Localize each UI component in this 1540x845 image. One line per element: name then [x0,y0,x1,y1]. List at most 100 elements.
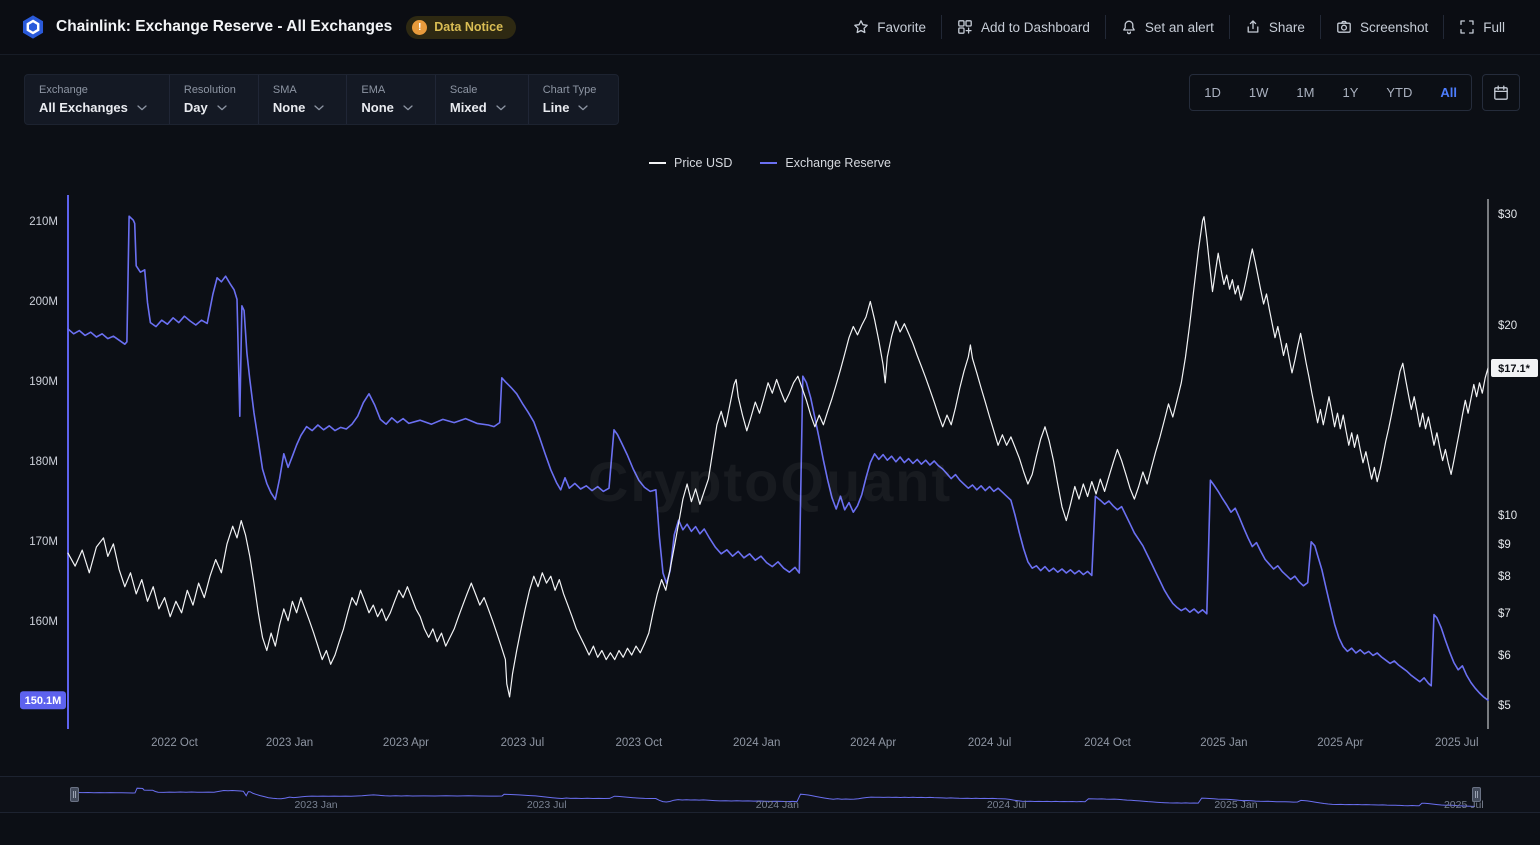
navigator-right-handle[interactable] [1472,787,1481,802]
control-label: Resolution [184,84,236,96]
range-button-all[interactable]: All [1426,75,1471,110]
legend-label: Exchange Reserve [785,156,891,170]
reserve-current-label: 150.1M [25,695,62,707]
header-action-share[interactable]: Share [1229,15,1320,39]
chevron-down-icon [496,105,506,111]
control-label: Exchange [39,84,147,96]
control-resolution[interactable]: Resolution Day [170,75,259,124]
right-axis-tick: $5 [1498,700,1511,712]
control-value: Line [543,100,597,115]
left-axis-tick: 210M [29,216,58,228]
x-axis-tick: 2024 Apr [850,737,896,749]
navigator-svg[interactable]: 2023 Jan2023 Jul2024 Jan2024 Jul2025 Jan… [0,777,1540,813]
left-axis-tick: 190M [29,376,58,388]
range-button-1m[interactable]: 1M [1282,75,1328,110]
toolbar: Exchange All Exchanges Resolution Day SMA Non… [24,74,1520,125]
legend-item-exchange-reserve[interactable]: Exchange Reserve [760,156,891,170]
control-value: None [273,100,325,115]
chevron-down-icon [314,105,324,111]
warning-icon: ! [412,20,427,35]
control-sma[interactable]: SMA None [259,75,348,124]
control-value: All Exchanges [39,100,147,115]
header-action-label: Share [1269,20,1305,35]
header-action-label: Set an alert [1145,20,1214,35]
dashboard-add-icon [957,19,973,35]
control-value: None [361,100,413,115]
control-scale[interactable]: Scale Mixed [436,75,529,124]
x-axis-tick: 2025 Apr [1317,737,1363,749]
x-axis-tick: 2023 Jan [266,737,313,749]
star-icon [853,19,869,35]
x-axis-tick: 2025 Jul [1435,737,1478,749]
navigator-label: 2025 Jan [1214,799,1257,811]
header-action-full[interactable]: Full [1443,15,1520,39]
chevron-down-icon [217,105,227,111]
control-exchange[interactable]: Exchange All Exchanges [25,75,170,124]
x-axis-tick: 2023 Oct [616,737,663,749]
x-axis-tick: 2022 Oct [151,737,198,749]
header-action-label: Full [1483,20,1505,35]
right-axis-tick: $6 [1498,650,1511,662]
chevron-down-icon [137,105,147,111]
x-axis-tick: 2023 Jul [501,737,544,749]
header: Chainlink: Exchange Reserve - All Exchan… [0,0,1540,55]
right-axis-tick: $20 [1498,320,1517,332]
header-action-favorite[interactable]: Favorite [838,15,941,39]
header-action-label: Favorite [877,20,926,35]
header-action-add-to-dashboard[interactable]: Add to Dashboard [941,15,1105,39]
range-button-1y[interactable]: 1Y [1328,75,1372,110]
bell-icon [1121,19,1137,35]
control-label: SMA [273,84,325,96]
legend-item-price-usd[interactable]: Price USD [649,156,732,170]
camera-icon [1336,19,1352,35]
control-value: Day [184,100,236,115]
price-current-label: $17.1* [1498,363,1531,375]
header-actions: Favorite Add to Dashboard Set an alert Shar… [838,15,1520,39]
calendar-button[interactable] [1482,74,1520,111]
x-axis-tick: 2024 Jul [968,737,1011,749]
x-axis-tick: 2023 Apr [383,737,429,749]
control-value: Mixed [450,100,506,115]
chevron-down-icon [578,105,588,111]
navigator-label: 2023 Jan [294,799,337,811]
main-chart-svg[interactable]: 210M200M190M180M170M160M$30$20$10$9$8$7$… [0,181,1540,756]
series-price-usd [68,217,1488,697]
navigator-label: 2024 Jan [756,799,799,811]
control-label: Chart Type [543,84,597,96]
chart-area: 210M200M190M180M170M160M$30$20$10$9$8$7$… [0,181,1540,756]
right-axis-tick: $9 [1498,539,1511,551]
left-axis-tick: 180M [29,456,58,468]
navigator: 2023 Jan2023 Jul2024 Jan2024 Jul2025 Jan… [0,776,1540,813]
right-axis-tick: $7 [1498,608,1511,620]
x-axis-tick: 2024 Oct [1084,737,1131,749]
left-axis-tick: 160M [29,616,58,628]
x-axis-tick: 2025 Jan [1200,737,1247,749]
control-chart-type[interactable]: Chart Type Line [529,75,619,124]
range-button-ytd[interactable]: YTD [1372,75,1426,110]
range-button-1w[interactable]: 1W [1235,75,1283,110]
legend-swatch [649,162,666,164]
legend-swatch [760,162,777,164]
left-axis-tick: 170M [29,536,58,548]
fullscreen-icon [1459,19,1475,35]
control-label: Scale [450,84,506,96]
chart-controls: Exchange All Exchanges Resolution Day SMA Non… [24,74,619,125]
data-notice-badge[interactable]: ! Data Notice [406,16,516,39]
header-action-screenshot[interactable]: Screenshot [1320,15,1443,39]
app-window: Chainlink: Exchange Reserve - All Exchan… [0,0,1540,845]
left-axis-tick: 200M [29,296,58,308]
header-action-label: Screenshot [1360,20,1428,35]
header-action-label: Add to Dashboard [981,20,1090,35]
header-action-set-an-alert[interactable]: Set an alert [1105,15,1229,39]
navigator-label: 2024 Jul [987,799,1027,811]
navigator-left-handle[interactable] [70,787,79,802]
calendar-icon [1493,85,1509,101]
legend-label: Price USD [674,156,732,170]
range-button-1d[interactable]: 1D [1190,75,1235,110]
control-ema[interactable]: EMA None [347,75,436,124]
x-axis-tick: 2024 Jan [733,737,780,749]
range-area: 1D1W1M1YYTDAll [1189,74,1520,111]
chevron-down-icon [403,105,413,111]
share-icon [1245,19,1261,35]
control-label: EMA [361,84,413,96]
